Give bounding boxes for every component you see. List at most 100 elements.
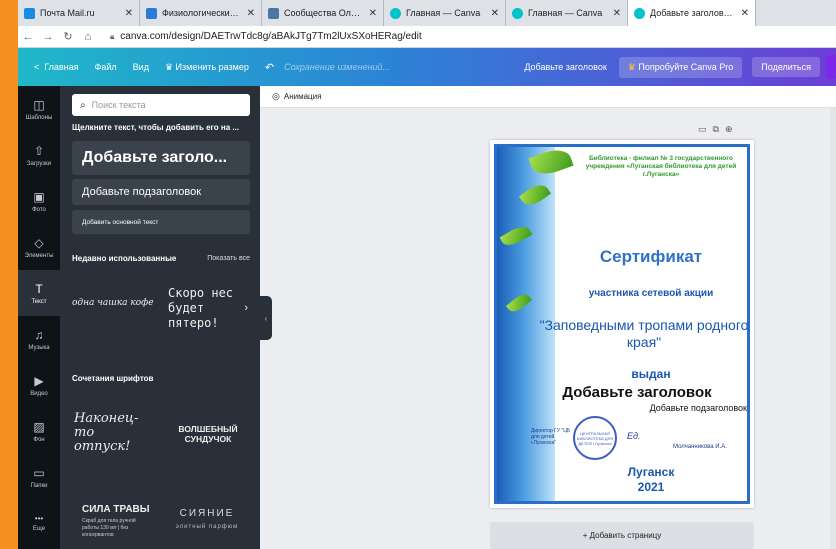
- rail-background[interactable]: ▨ Фон: [18, 408, 60, 454]
- share-button[interactable]: Поделиться: [752, 57, 820, 77]
- certificate-title[interactable]: Сертификат: [551, 247, 747, 267]
- animation-button[interactable]: Анимация: [284, 92, 322, 101]
- lock-icon: 🔒︎: [110, 31, 115, 41]
- browser-tab[interactable]: Главная — Canva ✕: [506, 0, 628, 26]
- font-combo-card[interactable]: Наконец-то отпуск!: [68, 406, 160, 466]
- rail-music[interactable]: ♫ Музыка: [18, 316, 60, 362]
- url-text: canva.com/design/DAETrwTdc8g/aBAkJTg7Tm2…: [120, 31, 422, 42]
- workspace-scrollbar[interactable]: [830, 108, 836, 549]
- browser-tab[interactable]: Почта Mail.ru ✕: [18, 0, 140, 26]
- combo-text-2: ВОЛШЕБНЫЙ СУНДУЧОК: [178, 424, 238, 444]
- close-tab-icon[interactable]: ✕: [369, 8, 377, 19]
- photo-icon: ▣: [33, 189, 45, 204]
- back-icon[interactable]: ←: [18, 31, 38, 43]
- add-body-text-button[interactable]: Добавить основной текст: [72, 210, 250, 234]
- browser-tab[interactable]: Физиологические последст ✕: [140, 0, 262, 26]
- browser-tab-active[interactable]: Добавьте заголовок — Пла ✕: [628, 0, 756, 26]
- combo-text-4: СИЯНИЕ: [179, 508, 235, 519]
- file-menu[interactable]: Файл: [95, 62, 117, 72]
- publish-button[interactable]: [826, 55, 836, 79]
- add-page-icon[interactable]: ⊕: [725, 124, 739, 134]
- resize-button[interactable]: ♛ Изменить размер: [165, 62, 249, 73]
- design-page[interactable]: Библиотека - филиал № 3 государственного…: [490, 140, 754, 508]
- search-placeholder: Поиск текста: [91, 100, 146, 110]
- add-page-button[interactable]: + Добавить страницу: [490, 522, 754, 549]
- close-tab-icon[interactable]: ✕: [247, 8, 255, 19]
- home-label: Главная: [44, 62, 79, 72]
- templates-icon: ◫: [33, 97, 45, 112]
- recent-text-card[interactable]: Скоро нес будет пятеро! ›: [164, 272, 250, 342]
- close-tab-icon[interactable]: ✕: [741, 8, 749, 19]
- canva-favicon-icon: [634, 7, 645, 19]
- click-text-hint: Щелкните текст, чтобы добавить его на ..…: [72, 123, 240, 132]
- font-combo-card[interactable]: СИЛА ТРАВЫ Скраб для тела ручной работы …: [68, 496, 160, 546]
- undo-icon[interactable]: ↶: [265, 61, 274, 74]
- note-icon[interactable]: ▭: [698, 124, 713, 134]
- rail-photos[interactable]: ▣ Фото: [18, 178, 60, 224]
- browser-tab[interactable]: Сообщества Олеси Ершово ✕: [262, 0, 384, 26]
- next-arrow-icon[interactable]: ›: [244, 302, 248, 314]
- recent-text-2: Скоро нес будет пятеро!: [168, 286, 234, 330]
- chevron-left-icon: ‹: [264, 313, 268, 323]
- certificate-heading[interactable]: Добавьте заголовок: [517, 384, 747, 401]
- browser-window: Почта Mail.ru ✕ Физиологические последст ✕…: [18, 0, 836, 549]
- certificate-subheading[interactable]: Добавьте подзаголовок: [567, 403, 747, 413]
- given-text[interactable]: выдан: [551, 367, 747, 381]
- try-pro-button[interactable]: ♛ Попробуйте Canva Pro: [618, 56, 743, 78]
- add-subheading-button[interactable]: Добавьте подзаголовок: [72, 179, 250, 205]
- reload-icon[interactable]: ↻: [58, 30, 78, 43]
- library-name: Библиотека - филиал № 3 государственного…: [585, 155, 737, 178]
- combo-text-4-sub: элитный парфюм: [175, 524, 239, 530]
- font-combo-card[interactable]: ВОЛШЕБНЫЙ СУНДУЧОК: [164, 406, 250, 466]
- certificate: Библиотека - филиал № 3 государственного…: [494, 144, 750, 504]
- left-rail: ◫ Шаблоны ⇧ Загрузки ▣ Фото ◇ Элементы T Текс…: [18, 86, 60, 549]
- home-icon[interactable]: ⌂: [78, 31, 98, 43]
- show-all-link[interactable]: Показать все: [207, 255, 250, 262]
- rail-text[interactable]: T Текст: [18, 270, 60, 316]
- home-button[interactable]: < Главная: [34, 62, 79, 72]
- vk-favicon-icon: [268, 7, 279, 19]
- search-input[interactable]: ⌕ Поиск текста: [72, 94, 250, 116]
- mail-favicon-icon: [24, 7, 35, 19]
- forward-icon[interactable]: →: [38, 31, 58, 43]
- rail-uploads[interactable]: ⇧ Загрузки: [18, 132, 60, 178]
- canva-favicon-icon: [512, 7, 523, 19]
- close-tab-icon[interactable]: ✕: [125, 8, 133, 19]
- resize-label: Изменить размер: [175, 61, 249, 72]
- collapse-panel-handle[interactable]: ‹: [260, 296, 272, 340]
- tab-title: Сообщества Олеси Ершово: [284, 8, 365, 18]
- tab-title: Почта Mail.ru: [40, 8, 95, 18]
- rail-folders[interactable]: ▭ Папки: [18, 454, 60, 500]
- view-menu[interactable]: Вид: [133, 62, 149, 72]
- rail-label: Текст: [31, 298, 47, 305]
- close-tab-icon[interactable]: ✕: [613, 8, 621, 19]
- rail-elements[interactable]: ◇ Элементы: [18, 224, 60, 270]
- pro-label: Попробуйте Canva Pro: [638, 61, 734, 72]
- page-favicon-icon: [146, 7, 157, 19]
- city: Луганск: [627, 465, 675, 479]
- upload-icon: ⇧: [33, 143, 45, 158]
- recent-text-card[interactable]: одна чашка кофе: [68, 272, 158, 342]
- recent-section-title: Недавно использованные: [72, 254, 177, 263]
- rail-video[interactable]: ▶ Видео: [18, 362, 60, 408]
- duplicate-page-icon[interactable]: ⧉: [713, 124, 725, 134]
- participant-text[interactable]: участника сетевой акции: [551, 288, 747, 299]
- add-heading-button[interactable]: Добавьте заголо...: [72, 141, 250, 175]
- elements-icon: ◇: [34, 235, 44, 250]
- folder-icon: ▭: [33, 465, 45, 480]
- address-bar: ← → ↻ ⌂ 🔒︎ canva.com/design/DAETrwTdc8g/a…: [18, 26, 836, 48]
- animation-toolbar: ◎ Анимация: [260, 86, 836, 108]
- action-name[interactable]: "Заповедными тропами родного края": [537, 317, 747, 351]
- combo-text-3-sub: Скраб для тела ручной работы 130 мл | бе…: [82, 518, 136, 538]
- document-title[interactable]: Добавьте заголовок: [524, 62, 606, 72]
- rail-more[interactable]: ••• Еще: [18, 500, 60, 546]
- rail-templates[interactable]: ◫ Шаблоны: [18, 86, 60, 132]
- font-combo-card[interactable]: СИЯНИЕ элитный парфюм: [164, 496, 250, 546]
- url-field[interactable]: 🔒︎ canva.com/design/DAETrwTdc8g/aBAkJTg7T…: [110, 31, 422, 42]
- rail-label: Музыка: [28, 344, 50, 351]
- header-actions: Добавьте заголовок ♛ Попробуйте Canva Pr…: [524, 48, 836, 86]
- close-tab-icon[interactable]: ✕: [491, 8, 499, 19]
- rail-label: Папки: [30, 482, 48, 489]
- rail-label: Фото: [32, 206, 46, 213]
- browser-tab[interactable]: Главная — Canva ✕: [384, 0, 506, 26]
